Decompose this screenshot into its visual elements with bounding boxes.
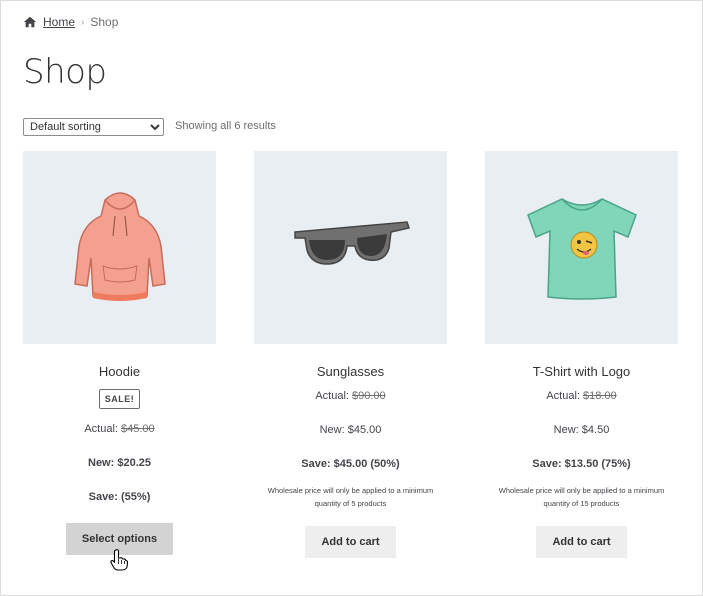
breadcrumb-home-link[interactable]: Home	[43, 15, 75, 29]
home-icon	[23, 16, 37, 28]
breadcrumb: Home › Shop	[23, 15, 118, 29]
actual-label: Actual:	[84, 423, 122, 435]
actual-price: $90.00	[352, 390, 386, 402]
tshirt-image	[526, 197, 637, 300]
actual-label: Actual:	[546, 390, 584, 402]
actual-price: $18.00	[583, 390, 617, 402]
hoodie-image	[73, 191, 166, 301]
actual-price-line: Actual: $90.00	[254, 390, 447, 402]
breadcrumb-separator: ›	[81, 16, 85, 28]
save-line: Save: $45.00 (50%)	[301, 458, 400, 470]
save-line: Save: (55%)	[88, 491, 151, 503]
page-title: Shop	[23, 52, 107, 92]
wholesale-note: Wholesale price will only be applied to …	[267, 486, 434, 508]
product-name[interactable]: T-Shirt with Logo	[485, 364, 678, 380]
save-line: Save: $13.50 (75%)	[532, 458, 631, 470]
new-price-line: New: $45.00	[319, 424, 382, 436]
new-price-line: New: $4.50	[553, 424, 610, 436]
actual-price-line: Actual: $45.00	[23, 423, 216, 435]
actual-label: Actual:	[315, 390, 353, 402]
result-count: Showing all 6 results	[175, 120, 276, 132]
actual-price: $45.00	[121, 423, 155, 435]
add-to-cart-button[interactable]: Add to cart	[536, 526, 627, 558]
product-image-sunglasses[interactable]	[254, 151, 447, 344]
product-image-hoodie[interactable]	[23, 151, 216, 344]
product-image-tshirt[interactable]	[485, 151, 678, 344]
product-name[interactable]: Sunglasses	[254, 364, 447, 380]
product-card-tshirt: T-Shirt with Logo Actual: $18.00 New: $4…	[485, 151, 678, 558]
product-card-hoodie: Hoodie SALE! Actual: $45.00 New: $20.25 …	[23, 151, 216, 555]
sale-badge: SALE!	[98, 389, 141, 409]
actual-price-line: Actual: $18.00	[485, 390, 678, 402]
hand-pointer-icon	[110, 549, 128, 571]
sort-select[interactable]: Default sorting	[23, 118, 164, 136]
add-to-cart-button[interactable]: Add to cart	[305, 526, 396, 558]
wholesale-note: Wholesale price will only be applied to …	[498, 486, 665, 508]
product-card-sunglasses: Sunglasses Actual: $90.00 New: $45.00 Sa…	[254, 151, 447, 558]
product-name[interactable]: Hoodie	[23, 364, 216, 380]
sunglasses-image	[293, 220, 410, 265]
new-price-line: New: $20.25	[88, 457, 151, 469]
breadcrumb-current: Shop	[90, 15, 119, 29]
